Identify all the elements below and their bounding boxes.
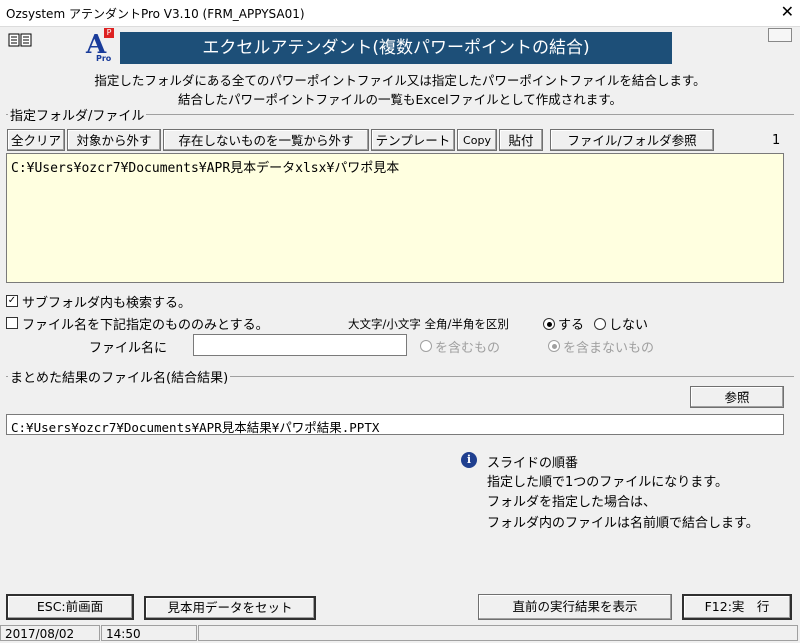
book-icon[interactable] xyxy=(8,32,32,48)
info-heading: スライドの順番 xyxy=(487,456,579,471)
status-bar: 2017/08/02 14:50 xyxy=(0,624,800,643)
output-path-value: C:¥Users¥ozcr7¥Documents¥APR見本結果¥パワポ結果.P… xyxy=(11,420,380,435)
filename-label: ファイル名に xyxy=(89,341,168,356)
app-logo: A P Pro xyxy=(82,28,116,64)
show-last-result-button[interactable]: 直前の実行結果を表示 xyxy=(478,594,672,620)
subfolder-label: サブフォルダ内も検索する。 xyxy=(22,296,192,311)
info-line-4: フォルダ内のファイルは名前順で結合します。 xyxy=(487,516,759,531)
case-yes-radio[interactable] xyxy=(543,318,555,330)
browse-file-folder-button[interactable]: ファイル/フォルダ参照 xyxy=(550,129,714,151)
output-group-label: まとめた結果のファイル名(結合結果) xyxy=(8,367,231,386)
description-line-1: 指定したフォルダにある全てのパワーポイントファイル又は指定したパワーポイントファ… xyxy=(94,73,706,88)
status-message xyxy=(198,625,798,641)
not-contains-label: を含まないもの xyxy=(563,341,655,356)
subfolder-checkbox[interactable]: ✓ xyxy=(6,295,18,307)
filename-only-label: ファイル名を下記指定のもののみとする。 xyxy=(22,318,269,333)
copy-button[interactable]: Copy xyxy=(457,129,497,151)
not-contains-radio[interactable] xyxy=(548,340,560,352)
minimize-button[interactable] xyxy=(768,28,792,42)
status-date: 2017/08/02 xyxy=(0,625,100,641)
contains-radio[interactable] xyxy=(420,340,432,352)
contains-label: を含むもの xyxy=(435,341,501,356)
back-button[interactable]: ESC:前画面 xyxy=(6,594,134,620)
close-icon[interactable]: ✕ xyxy=(781,2,794,21)
clear-all-button[interactable]: 全クリア xyxy=(7,129,65,151)
info-icon: i xyxy=(461,452,477,468)
remove-missing-button[interactable]: 存在しないものを一覧から外す xyxy=(163,129,369,151)
source-list-textarea[interactable]: C:¥Users¥ozcr7¥Documents¥APR見本データxlsx¥パワ… xyxy=(6,153,784,283)
title-bar: Ozsystem アテンダントPro V3.10 (FRM_APPYSA01) … xyxy=(0,0,800,27)
template-button[interactable]: テンプレート xyxy=(371,129,455,151)
info-line-3: フォルダを指定した場合は、 xyxy=(487,495,657,510)
case-yes-label: する xyxy=(558,318,585,333)
filename-only-checkbox[interactable] xyxy=(6,317,18,329)
status-time: 14:50 xyxy=(101,625,197,641)
source-list-item[interactable]: C:¥Users¥ozcr7¥Documents¥APR見本データxlsx¥パワ… xyxy=(11,161,399,176)
item-count: 1 xyxy=(772,133,781,148)
paste-button[interactable]: 貼付 xyxy=(499,129,543,151)
filename-input[interactable] xyxy=(193,334,407,356)
logo-sub: Pro xyxy=(96,54,112,63)
window-title: Ozsystem アテンダントPro V3.10 (FRM_APPYSA01) xyxy=(6,7,305,21)
set-sample-data-button[interactable]: 見本用データをセット xyxy=(144,596,316,620)
case-no-radio[interactable] xyxy=(594,318,606,330)
source-group-label: 指定フォルダ/ファイル xyxy=(8,105,147,124)
run-button[interactable]: F12:実 行 xyxy=(682,594,792,620)
logo-corner: P xyxy=(104,28,114,38)
output-path-input[interactable]: C:¥Users¥ozcr7¥Documents¥APR見本結果¥パワポ結果.P… xyxy=(6,414,784,435)
case-sensitivity-label: 大文字/小文字 全角/半角を区別 xyxy=(348,317,509,331)
case-no-label: しない xyxy=(609,318,649,333)
remove-from-target-button[interactable]: 対象から外す xyxy=(67,129,161,151)
output-browse-button[interactable]: 参照 xyxy=(690,386,784,408)
banner-title: エクセルアテンダント(複数パワーポイントの結合) xyxy=(120,32,672,64)
info-line-2: 指定した順で1つのファイルになります。 xyxy=(487,475,728,490)
